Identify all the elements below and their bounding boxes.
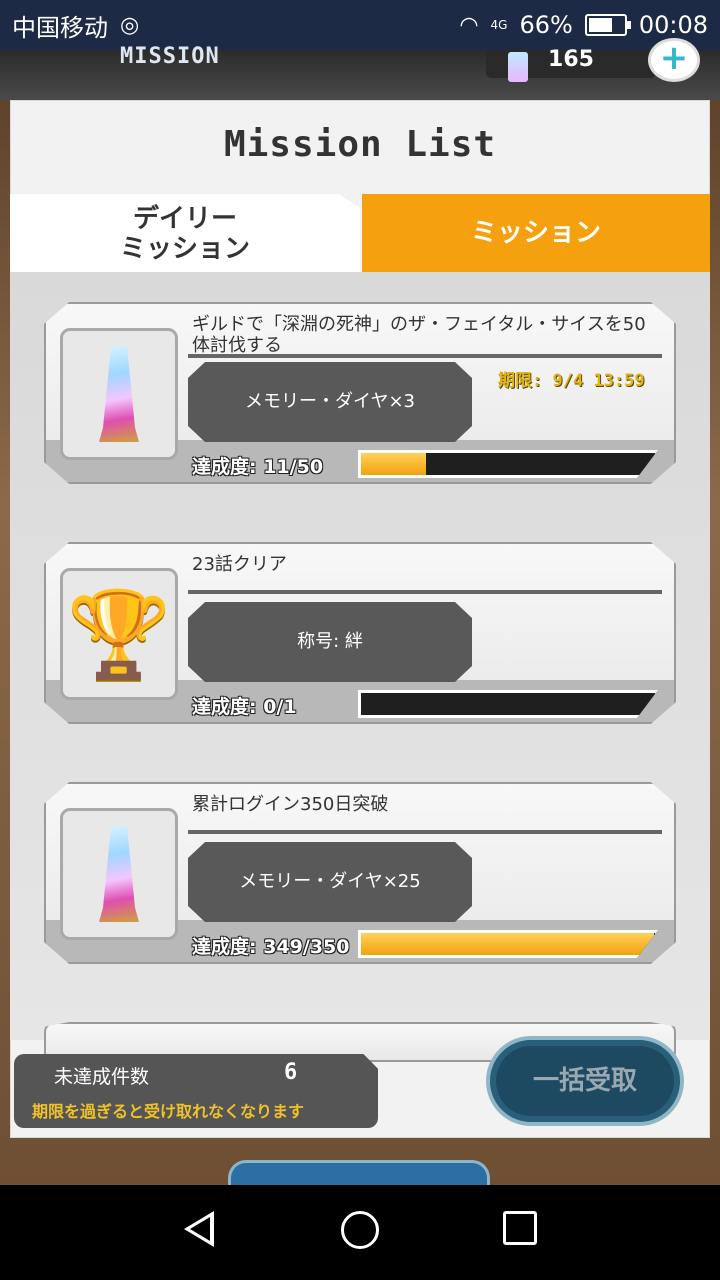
pending-count: 6: [284, 1060, 298, 1085]
add-gems-button[interactable]: +: [648, 38, 700, 82]
reward-label: 称号: 絆: [188, 602, 472, 682]
reward-label: メモリー・ダイヤ×25: [188, 842, 472, 922]
progress-label: 達成度: 349/350: [192, 936, 350, 958]
gem-icon: [508, 52, 528, 82]
mission-card[interactable]: 累計ログイン350日突破 メモリー・ダイヤ×25 達成度: 349/350: [44, 782, 676, 964]
progress-bar: [358, 690, 658, 718]
memory-diamond-icon: [99, 826, 139, 922]
screen-label: MISSION: [120, 44, 220, 69]
notification-icon: ◎: [120, 12, 140, 38]
mission-name: 23話クリア: [192, 554, 287, 575]
progress-bar: [358, 930, 658, 958]
mission-name: 累計ログイン350日突破: [192, 794, 389, 815]
reward-icon-frame: 🏆: [60, 568, 178, 700]
progress-fill: [361, 453, 426, 475]
progress-label: 達成度: 11/50: [192, 456, 324, 478]
wifi-icon: ◠: [459, 12, 479, 38]
home-icon[interactable]: [341, 1211, 379, 1249]
memory-diamond-icon: [99, 346, 139, 442]
divider: [188, 830, 662, 834]
progress-label: 達成度: 0/1: [192, 696, 297, 718]
claim-all-button[interactable]: 一括受取: [486, 1036, 684, 1126]
reward-label: メモリー・ダイヤ×3: [188, 362, 472, 442]
mission-card[interactable]: 🏆 23話クリア 称号: 絆 達成度: 0/1: [44, 542, 676, 724]
pending-label: 未達成件数: [54, 1066, 150, 1088]
android-nav-bar: [0, 1185, 720, 1280]
clock: 00:08: [638, 11, 708, 39]
divider: [188, 354, 662, 358]
deadline: 期限: 9/4 13:59: [498, 371, 645, 391]
pending-info-box: 未達成件数 6 期限を過ぎると受け取れなくなります: [14, 1054, 378, 1128]
back-icon[interactable]: [184, 1211, 214, 1247]
tab-mission[interactable]: ミッション: [362, 194, 710, 272]
panel-title: Mission List: [223, 124, 497, 165]
recent-apps-icon[interactable]: [503, 1211, 537, 1245]
status-bar: 中国移动 ◎ ◠ 4G 66% 00:08: [0, 0, 720, 50]
trophy-icon: 🏆: [66, 585, 172, 683]
tab-daily-mission[interactable]: デイリー ミッション: [10, 194, 360, 272]
reward-icon-frame: [60, 808, 178, 940]
close-tab-button[interactable]: [228, 1160, 490, 1186]
mission-card[interactable]: ギルドで「深淵の死神」のザ・フェイタル・サイスを50体討伐する メモリー・ダイヤ…: [44, 302, 676, 484]
battery-icon: [584, 14, 631, 36]
battery-percent: 66%: [519, 11, 573, 39]
mission-name: ギルドで「深淵の死神」のザ・フェイタル・サイスを50体討伐する: [192, 314, 646, 356]
reward-icon-frame: [60, 328, 178, 460]
divider: [188, 590, 662, 594]
progress-fill: [361, 933, 655, 955]
carrier-label: 中国移动: [12, 13, 108, 42]
network-type: 4G: [490, 18, 508, 32]
expiry-note: 期限を過ぎると受け取れなくなります: [32, 1102, 305, 1121]
progress-bar: [358, 450, 658, 478]
